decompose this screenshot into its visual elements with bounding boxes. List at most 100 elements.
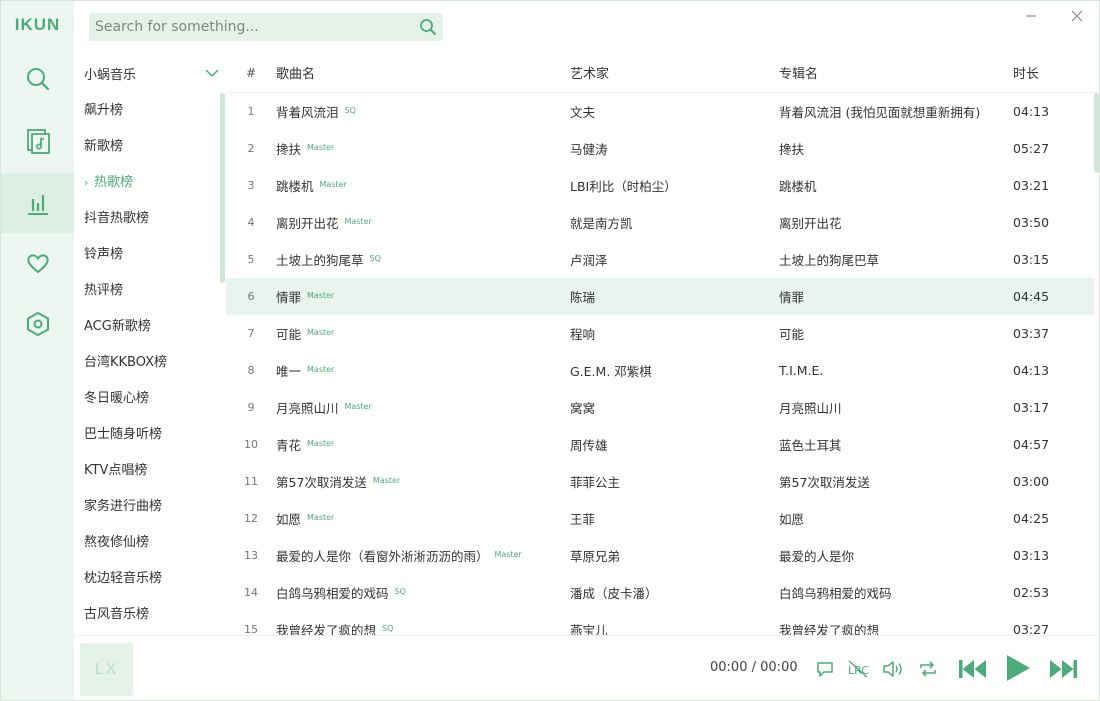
- table-row[interactable]: 12如愿Master王菲如愿04:25: [226, 500, 1094, 537]
- board-list-scrollbar[interactable]: [220, 93, 225, 283]
- song-name-cell: 背着风流泪SQ: [276, 102, 570, 121]
- album-name[interactable]: 月亮照山川: [779, 398, 1013, 417]
- artist-name[interactable]: 周传雄: [570, 435, 779, 454]
- table-row[interactable]: 1背着风流泪SQ文夫背着风流泪 (我怕见面就想重新拥有)04:13: [226, 93, 1094, 130]
- quality-badge: Master: [373, 476, 400, 485]
- artist-name[interactable]: 卢润泽: [570, 250, 779, 269]
- table-row[interactable]: 3跳楼机MasterLBI利比（时柏尘）跳楼机03:21: [226, 167, 1094, 204]
- table-row[interactable]: 2搀扶Master马健涛搀扶05:27: [226, 130, 1094, 167]
- table-row[interactable]: 8唯一MasterG.E.M. 邓紫棋T.I.M.E.04:13: [226, 352, 1094, 389]
- album-cover[interactable]: LX: [80, 643, 133, 696]
- artist-name[interactable]: G.E.M. 邓紫棋: [570, 361, 779, 380]
- search-input[interactable]: [89, 13, 413, 41]
- album-name[interactable]: 土坡上的狗尾巴草: [779, 250, 1013, 269]
- song-duration: 03:00: [1013, 474, 1083, 489]
- nav-search[interactable]: [1, 49, 74, 109]
- board-item[interactable]: 抖音热歌榜: [74, 201, 224, 237]
- board-item-label: KTV点唱榜: [84, 463, 147, 478]
- artist-name[interactable]: 草原兄弟: [570, 546, 779, 565]
- artist-name[interactable]: LBI利比（时柏尘）: [570, 176, 779, 195]
- song-name-cell: 离别开出花Master: [276, 213, 570, 232]
- next-button[interactable]: [1048, 654, 1078, 684]
- song-name: 我曾经发了疯的想: [276, 623, 376, 635]
- board-item[interactable]: 熬夜修仙榜: [74, 525, 224, 561]
- board-item[interactable]: 台湾KKBOX榜: [74, 345, 224, 381]
- quality-badge: Master: [307, 328, 334, 337]
- album-name[interactable]: 最爱的人是你: [779, 546, 1013, 565]
- search-icon: [25, 66, 51, 92]
- table-row[interactable]: 5土坡上的狗尾草SQ卢润泽土坡上的狗尾巴草03:15: [226, 241, 1094, 278]
- table-row[interactable]: 4离别开出花Master就是南方凯离别开出花03:50: [226, 204, 1094, 241]
- nav-library[interactable]: [1, 111, 74, 171]
- board-item[interactable]: 热评榜: [74, 273, 224, 309]
- artist-name[interactable]: 程响: [570, 324, 779, 343]
- table-row[interactable]: 9月亮照山川Master窝窝月亮照山川03:17: [226, 389, 1094, 426]
- album-name[interactable]: 离别开出花: [779, 213, 1013, 232]
- artist-name[interactable]: 窝窝: [570, 398, 779, 417]
- song-name: 第57次取消发送: [276, 475, 367, 490]
- table-scrollbar[interactable]: [1094, 93, 1099, 173]
- artist-name[interactable]: 就是南方凯: [570, 213, 779, 232]
- table-row[interactable]: 11第57次取消发送Master菲菲公主第57次取消发送03:00: [226, 463, 1094, 500]
- board-item[interactable]: 家务进行曲榜: [74, 489, 224, 525]
- time-display: 00:00 / 00:00: [710, 660, 798, 675]
- album-name[interactable]: 可能: [779, 324, 1013, 343]
- artist-name[interactable]: 菲菲公主: [570, 472, 779, 491]
- repeat-button[interactable]: [917, 658, 939, 680]
- board-item[interactable]: 枕边轻音乐榜: [74, 561, 224, 597]
- lyric-button[interactable]: LRC: [847, 658, 869, 680]
- album-name[interactable]: 如愿: [779, 509, 1013, 528]
- artist-name[interactable]: 王菲: [570, 509, 779, 528]
- album-name[interactable]: 第57次取消发送: [779, 472, 1013, 491]
- song-name: 土坡上的狗尾草: [276, 253, 364, 268]
- row-index: 9: [226, 401, 276, 414]
- previous-button[interactable]: [958, 654, 988, 684]
- album-name[interactable]: 情罪: [779, 287, 1013, 306]
- album-name[interactable]: 搀扶: [779, 139, 1013, 158]
- nav-favorites[interactable]: [1, 233, 74, 293]
- row-index: 8: [226, 364, 276, 377]
- album-name[interactable]: 蓝色土耳其: [779, 435, 1013, 454]
- table-row[interactable]: 6情罪Master陈瑞情罪04:45: [226, 278, 1094, 315]
- album-name[interactable]: 背着风流泪 (我怕见面就想重新拥有): [779, 102, 1013, 121]
- board-item-label: 热评榜: [84, 283, 123, 298]
- table-row[interactable]: 14白鸽乌鸦相爱的戏码SQ潘成（皮卡潘）白鸽乌鸦相爱的戏码02:53: [226, 574, 1094, 611]
- board-item[interactable]: 新歌榜: [74, 129, 224, 165]
- settings-hexagon-icon: [25, 311, 51, 337]
- board-item[interactable]: ACG新歌榜: [74, 309, 224, 345]
- artist-name[interactable]: 潘成（皮卡潘）: [570, 583, 779, 602]
- table-row[interactable]: 10青花Master周传雄蓝色土耳其04:57: [226, 426, 1094, 463]
- artist-name[interactable]: 文夫: [570, 102, 779, 121]
- board-item[interactable]: 铃声榜: [74, 237, 224, 273]
- artist-name[interactable]: 马健涛: [570, 139, 779, 158]
- row-index: 1: [226, 105, 276, 118]
- comment-button[interactable]: [814, 658, 836, 680]
- source-select[interactable]: 小蜗音乐: [84, 63, 219, 83]
- board-item[interactable]: KTV点唱榜: [74, 453, 224, 489]
- table-row[interactable]: 15我曾经发了疯的想SQ燕宝儿我曾经发了疯的想03:27: [226, 611, 1094, 635]
- row-index: 10: [226, 438, 276, 451]
- table-row[interactable]: 13最爱的人是你（看窗外淅淅沥沥的雨）Master草原兄弟最爱的人是你03:13: [226, 537, 1094, 574]
- search-button[interactable]: [413, 13, 443, 41]
- board-item[interactable]: 巴士随身听榜: [74, 417, 224, 453]
- album-name[interactable]: 白鸽乌鸦相爱的戏码: [779, 583, 1013, 602]
- play-button[interactable]: [1003, 652, 1033, 684]
- board-item-label: 枕边轻音乐榜: [84, 571, 162, 586]
- volume-button[interactable]: [881, 658, 905, 680]
- board-item[interactable]: 飙升榜: [74, 93, 224, 129]
- artist-name[interactable]: 燕宝儿: [570, 620, 779, 635]
- song-name-cell: 如愿Master: [276, 509, 570, 528]
- close-button[interactable]: [1066, 5, 1088, 27]
- album-name[interactable]: 我曾经发了疯的想: [779, 620, 1013, 635]
- table-row[interactable]: 7可能Master程响可能03:37: [226, 315, 1094, 352]
- board-item-label: 巴士随身听榜: [84, 427, 162, 442]
- nav-charts[interactable]: [1, 173, 74, 233]
- board-item[interactable]: ›热歌榜: [74, 165, 224, 201]
- album-name[interactable]: 跳楼机: [779, 176, 1013, 195]
- minimize-button[interactable]: [1020, 5, 1042, 27]
- artist-name[interactable]: 陈瑞: [570, 287, 779, 306]
- album-name[interactable]: T.I.M.E.: [779, 363, 1013, 378]
- board-item[interactable]: 古风音乐榜: [74, 597, 224, 633]
- board-item[interactable]: 冬日暖心榜: [74, 381, 224, 417]
- nav-settings[interactable]: [1, 294, 74, 354]
